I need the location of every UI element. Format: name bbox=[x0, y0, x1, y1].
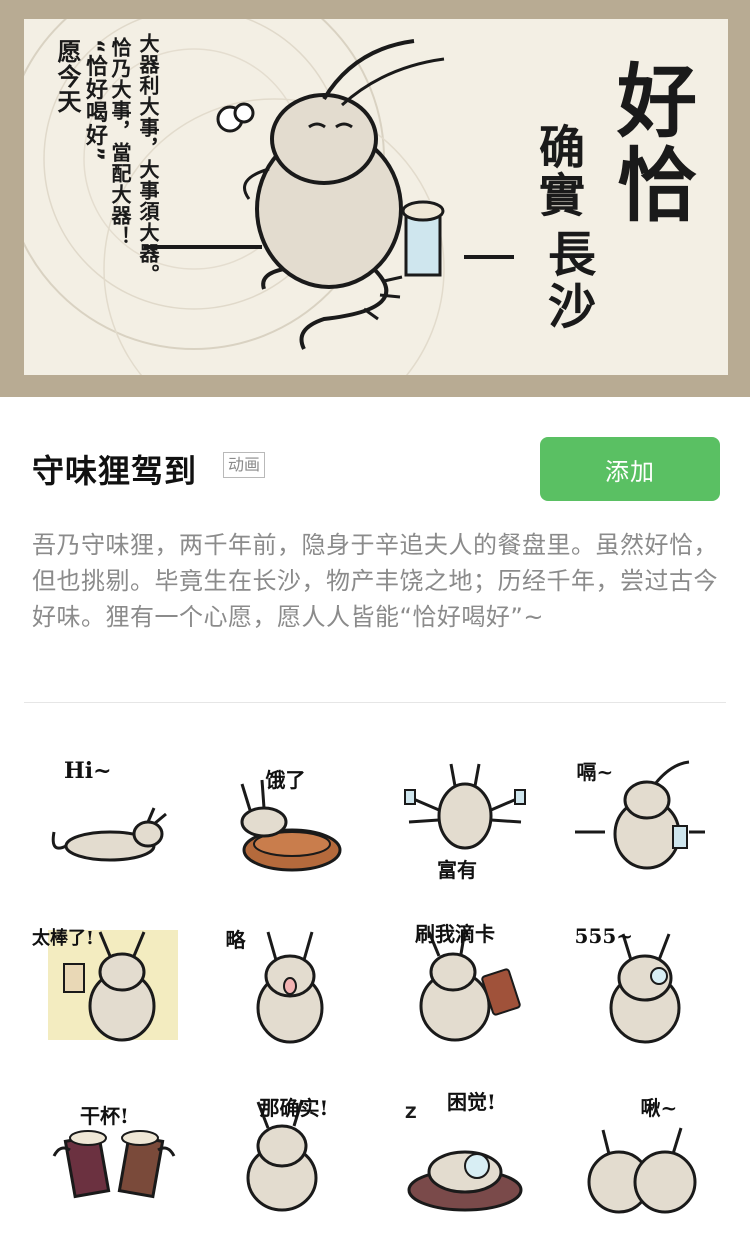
sticker-caption: Hi~ bbox=[64, 758, 112, 784]
sticker-indeed[interactable]: 那确实! bbox=[200, 1074, 376, 1240]
sticker-caption: 555~ bbox=[574, 924, 634, 948]
kissing-raccoons-icon bbox=[587, 1127, 696, 1214]
divider bbox=[24, 702, 726, 703]
sticker-crying[interactable]: 555~ bbox=[551, 908, 727, 1074]
sticker-caption: 啾~ bbox=[640, 1096, 678, 1120]
sticker-caption: 太棒了! bbox=[32, 928, 94, 949]
sticker-cheers[interactable]: 干杯! bbox=[24, 1074, 200, 1240]
sticker-caption: 饿了 bbox=[265, 768, 306, 792]
sticker-awesome[interactable]: 太棒了! bbox=[24, 908, 200, 1074]
banner-artwork: 愿今天 “恰好喝好” 恰乃大事，當配大器！ 大器利大事，大事須大器。 好恰 确實… bbox=[24, 19, 728, 375]
sticker-caption: 困觉! bbox=[447, 1090, 496, 1114]
banner-sub-text-real: 确實 bbox=[532, 123, 586, 219]
sticker-card[interactable]: 刷我滴卡 bbox=[375, 908, 551, 1074]
sticker-rich[interactable]: 富有 bbox=[375, 742, 551, 908]
sticker-caption: 那确实! bbox=[259, 1096, 329, 1120]
sticker-pack-title: 守味狸驾到 bbox=[32, 452, 198, 490]
sticker-caption: 刷我滴卡 bbox=[415, 922, 495, 946]
sticker-grid: Hi~ 饿了 富有 嗝~ 太棒了! 略 刷我滴卡 555~ 干杯! 那确实! Z… bbox=[24, 742, 726, 1240]
svg-text:Z: Z bbox=[405, 1103, 417, 1122]
sticker-kiss[interactable]: 啾~ bbox=[551, 1074, 727, 1240]
sticker-pack-banner: 愿今天 “恰好喝好” 恰乃大事，當配大器！ 大器利大事，大事須大器。 好恰 确實… bbox=[0, 0, 750, 397]
sticker-sleepy[interactable]: Z 困觉! bbox=[375, 1074, 551, 1240]
banner-sub-text-city: 長沙 bbox=[539, 229, 595, 333]
sticker-caption: 嗝~ bbox=[576, 760, 614, 784]
banner-quote-line1: 恰乃大事，當配大器！ bbox=[108, 37, 132, 247]
banner-quote-line2: 大器利大事，大事須大器。 bbox=[136, 33, 160, 285]
sticker-hi[interactable]: Hi~ bbox=[24, 742, 200, 908]
banner-big-text: 好恰 bbox=[604, 59, 697, 227]
sticker-caption: 富有 bbox=[437, 858, 477, 882]
sticker-bleh[interactable]: 略 bbox=[200, 908, 376, 1074]
sticker-burp[interactable]: 嗝~ bbox=[551, 742, 727, 908]
sticker-hungry[interactable]: 饿了 bbox=[200, 742, 376, 908]
add-button[interactable]: 添加 bbox=[540, 437, 720, 501]
animated-tag: 动画 bbox=[223, 452, 266, 478]
sticker-caption: 干杯! bbox=[80, 1104, 129, 1128]
pack-description: 吾乃守味狸，两千年前，隐身于辛追夫人的餐盘里。虽然好恰，但也挑剔。毕竟生在长沙，… bbox=[32, 531, 718, 631]
sticker-caption: 略 bbox=[225, 928, 246, 952]
